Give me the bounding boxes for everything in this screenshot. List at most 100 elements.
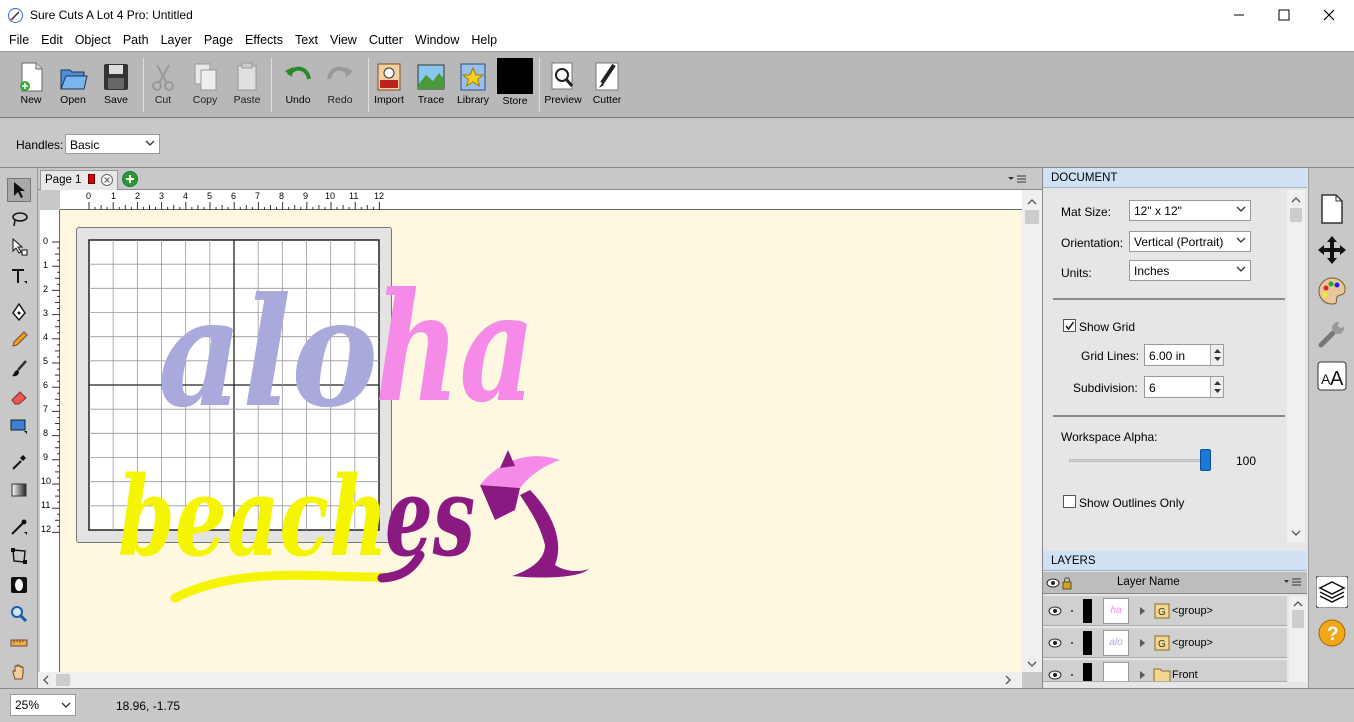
beaches-text[interactable]: beach es [118, 452, 475, 603]
menu-edit[interactable]: Edit [35, 30, 69, 51]
brush-tool[interactable] [7, 357, 31, 381]
layers-panel-button[interactable] [1316, 576, 1348, 608]
zoom-select[interactable]: 25% [10, 694, 76, 716]
group-expand-icon[interactable]: G [1137, 628, 1177, 658]
select-tool[interactable] [7, 178, 31, 202]
layer-row-1[interactable]: ha G <group> [1043, 596, 1287, 626]
units-select[interactable]: Inches [1129, 260, 1251, 281]
menu-object[interactable]: Object [69, 30, 117, 51]
wrench-icon [1318, 322, 1344, 348]
design-workspace[interactable]: alo ha beach es [60, 210, 1022, 672]
maximize-button[interactable] [1261, 0, 1307, 30]
left-ruler: 0 1 2 3 4 5 6 7 8 9 10 11 12 [40, 210, 60, 672]
grid-lines-input[interactable]: 6.00 in [1144, 344, 1224, 366]
layers-column-header: Layer Name [1043, 572, 1307, 594]
menu-path[interactable]: Path [117, 30, 155, 51]
cutter-button[interactable]: Cutter [585, 58, 629, 116]
new-button[interactable]: New [9, 58, 53, 116]
ruler-left-label-9: 9 [43, 452, 49, 462]
close-button[interactable] [1306, 0, 1352, 30]
text-panel-button[interactable]: AA [1316, 360, 1348, 392]
aloha-text[interactable]: alo ha [158, 260, 535, 441]
mat-size-select[interactable]: 12" x 12" [1129, 200, 1251, 221]
menu-window[interactable]: Window [409, 30, 465, 51]
pencil-tool[interactable] [7, 328, 31, 352]
menu-help[interactable]: Help [465, 30, 503, 51]
node-edit-tool[interactable] [7, 235, 31, 259]
ruler-top-label-4: 4 [183, 191, 189, 201]
layer-thumbnail [1103, 662, 1129, 681]
document-panel-scrollbar[interactable] [1287, 190, 1305, 542]
lasso-tool[interactable] [7, 207, 31, 231]
ruler-left-label-7: 7 [43, 404, 49, 414]
subdivision-stepper[interactable] [1210, 377, 1223, 397]
top-ruler-ticks [88, 202, 380, 210]
eyedropper-icon [12, 455, 26, 470]
folder-expand-icon[interactable] [1137, 660, 1177, 682]
library-button[interactable]: Library [451, 58, 495, 116]
close-tab-icon[interactable] [101, 174, 113, 186]
layer-row-2[interactable]: alo G <group> [1043, 628, 1287, 658]
orientation-select[interactable]: Vertical (Portrait) [1129, 231, 1251, 252]
horizontal-scrollbar[interactable] [38, 672, 1022, 688]
shape-tool[interactable] [7, 414, 31, 438]
transform-icon [11, 548, 27, 564]
undo-button[interactable]: Undo [276, 58, 320, 116]
gradient-tool[interactable] [7, 478, 31, 502]
layer-row-3[interactable]: Front [1043, 660, 1287, 682]
import-button[interactable]: Import [367, 58, 411, 116]
settings-panel-button[interactable] [1316, 318, 1348, 350]
help-button[interactable]: ? [1316, 617, 1348, 649]
transform-panel-button[interactable] [1316, 234, 1348, 266]
open-button[interactable]: Open [51, 58, 95, 116]
alpha-slider-track[interactable] [1069, 459, 1211, 462]
vertical-scrollbar[interactable] [1022, 190, 1042, 672]
eraser-tool[interactable] [7, 385, 31, 409]
subdivision-input[interactable]: 6 [1144, 376, 1224, 398]
layers-stack-icon [1316, 576, 1348, 608]
tab-page-1[interactable]: Page 1 [40, 170, 118, 190]
show-grid-checkbox[interactable] [1063, 319, 1076, 332]
layers-menu-icon[interactable] [1283, 576, 1303, 590]
save-button[interactable]: Save [94, 58, 138, 116]
show-outlines-checkbox[interactable] [1063, 495, 1076, 508]
layers-scrollbar[interactable] [1289, 596, 1307, 682]
transform-tool[interactable] [7, 544, 31, 568]
measure-tool[interactable] [7, 631, 31, 655]
menu-page[interactable]: Page [198, 30, 239, 51]
alpha-slider-thumb[interactable] [1200, 449, 1211, 471]
group-expand-icon[interactable]: G [1137, 596, 1177, 626]
tab-menu-icon[interactable] [1006, 171, 1028, 187]
menu-view[interactable]: View [324, 30, 363, 51]
menu-text[interactable]: Text [289, 30, 324, 51]
menu-layer[interactable]: Layer [155, 30, 198, 51]
pan-tool[interactable] [7, 660, 31, 684]
cut-button[interactable]: Cut [141, 58, 185, 116]
warp-tool[interactable] [7, 573, 31, 597]
zoom-tool[interactable] [7, 602, 31, 626]
add-page-icon[interactable] [122, 171, 138, 187]
layer-name-column: Layer Name [1117, 576, 1180, 588]
palm-tree-art[interactable] [480, 450, 590, 578]
copy-button[interactable]: Copy [183, 58, 227, 116]
copy-icon [194, 63, 217, 91]
document-panel-button[interactable] [1316, 193, 1348, 225]
preview-button[interactable]: Preview [541, 58, 585, 116]
handles-select[interactable]: Basic [65, 134, 160, 154]
knife-tool[interactable] [7, 515, 31, 539]
paste-button[interactable]: Paste [225, 58, 269, 116]
toolbar-separator [539, 58, 540, 112]
minimize-button[interactable] [1216, 0, 1262, 30]
redo-button[interactable]: Redo [318, 58, 362, 116]
pen-tool[interactable] [7, 300, 31, 324]
text-tool[interactable] [7, 264, 31, 288]
menu-file[interactable]: File [3, 30, 35, 51]
eyedropper-tool[interactable] [7, 450, 31, 474]
color-panel-button[interactable] [1316, 275, 1348, 307]
store-button[interactable]: Store [493, 58, 537, 116]
trace-button[interactable]: Trace [409, 58, 453, 116]
menu-effects[interactable]: Effects [239, 30, 289, 51]
menu-cutter[interactable]: Cutter [363, 30, 409, 51]
layers-panel-header: LAYERS [1043, 551, 1307, 571]
grid-lines-stepper[interactable] [1210, 345, 1223, 365]
